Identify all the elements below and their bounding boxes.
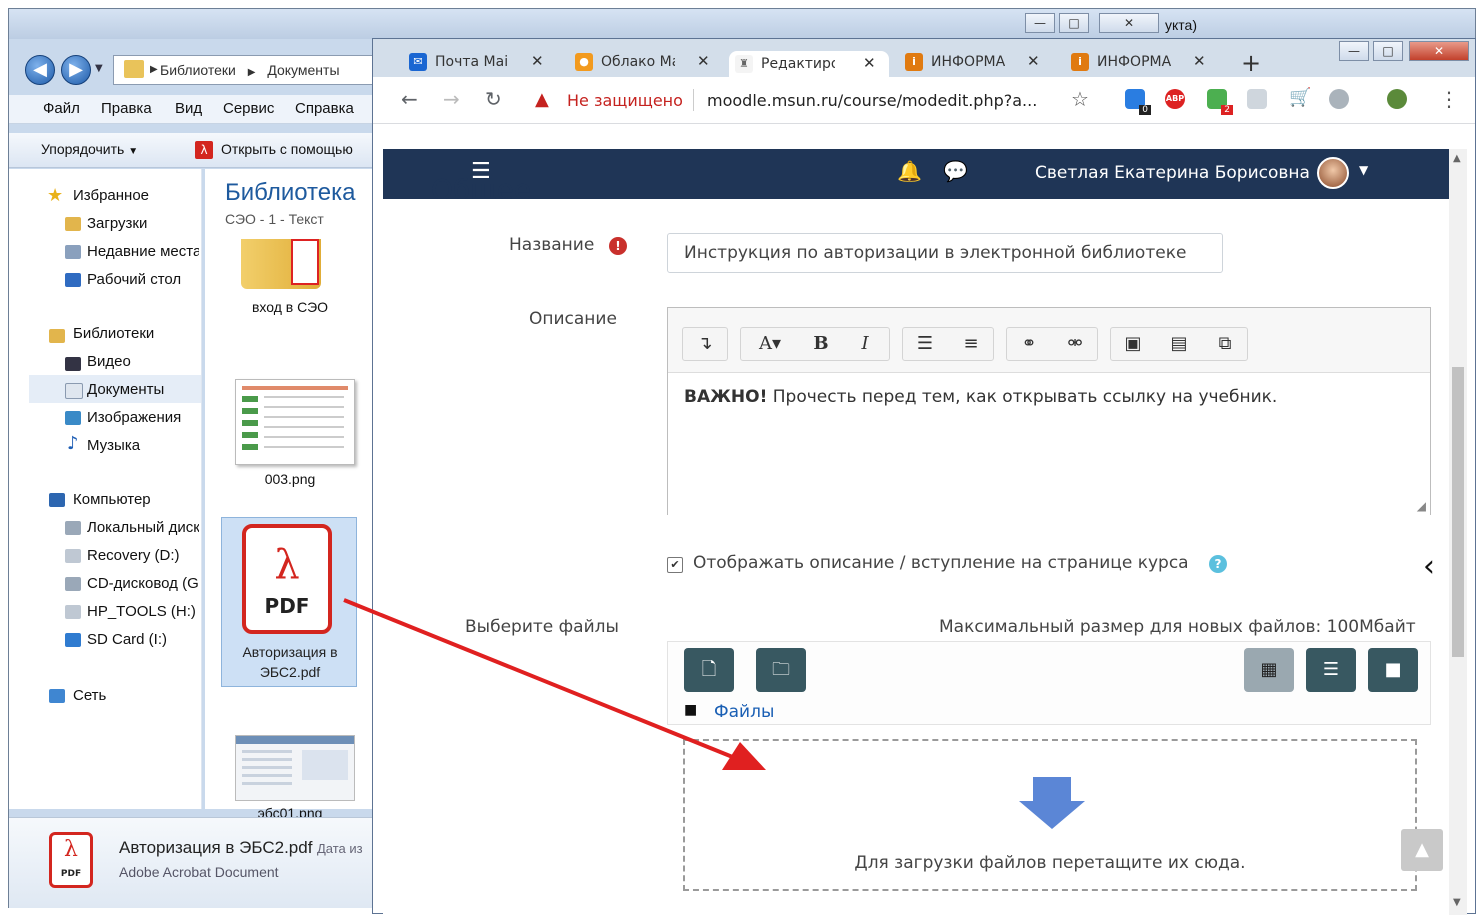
- drag-annotation-arrow: [343, 598, 766, 770]
